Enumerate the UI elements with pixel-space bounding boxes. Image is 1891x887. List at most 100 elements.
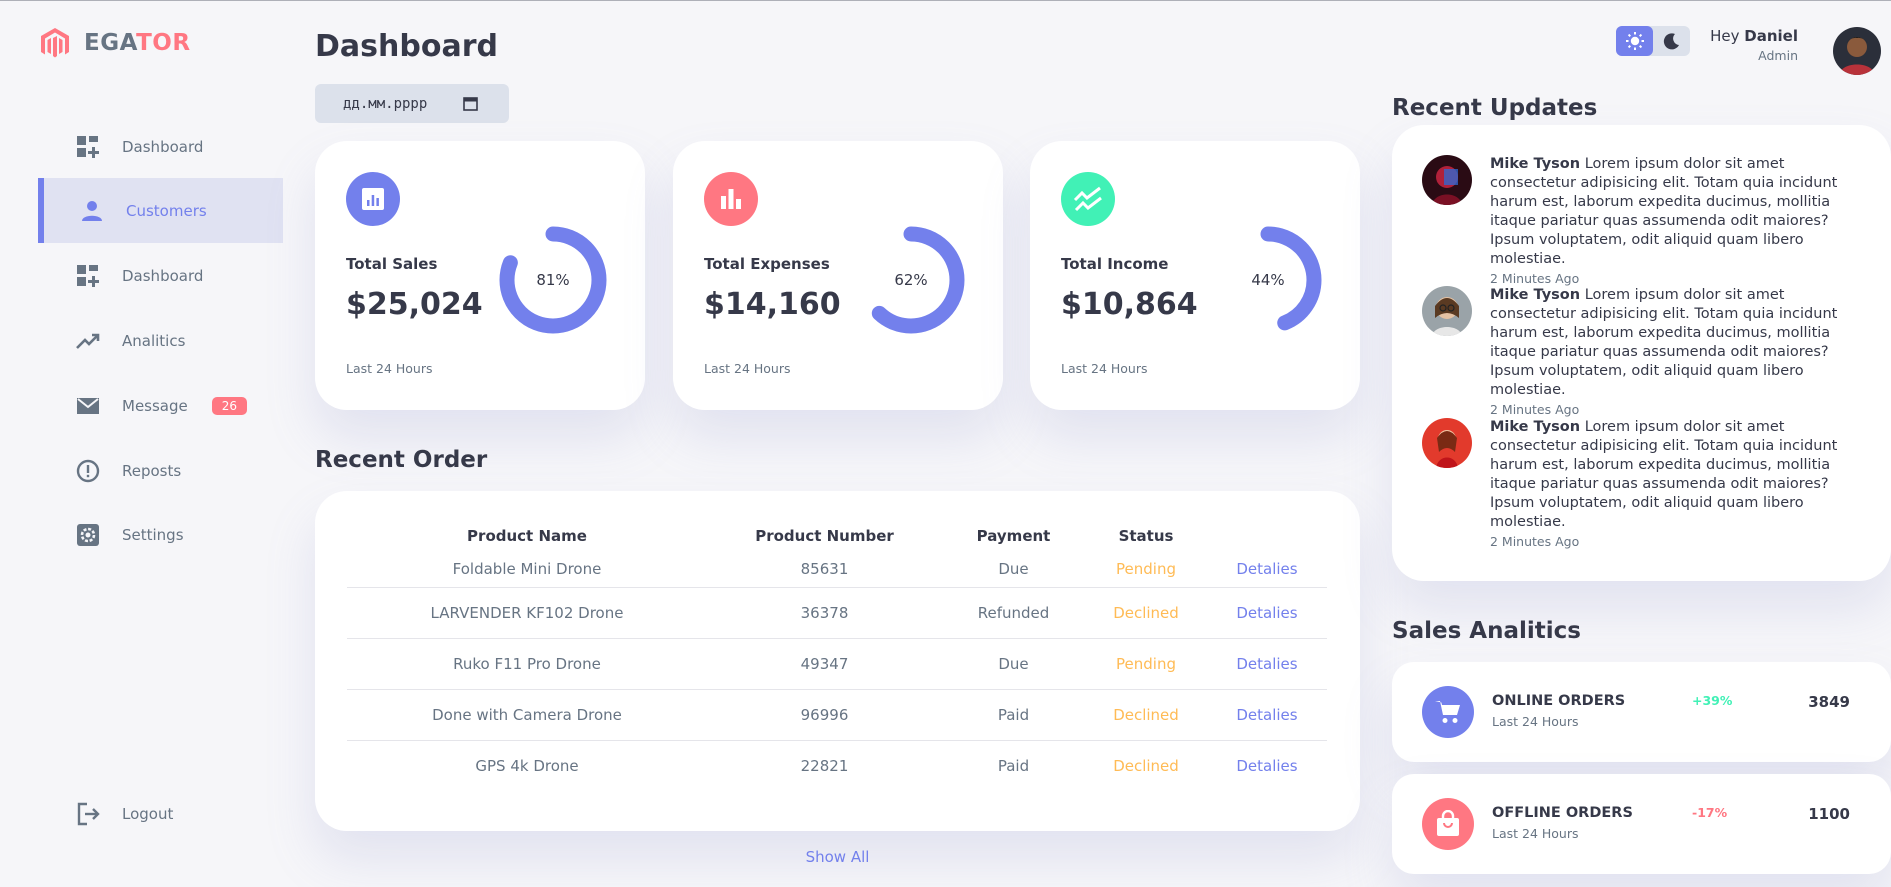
logout-label: Logout (122, 804, 174, 823)
profile-info[interactable]: Hey Daniel Admin (1700, 27, 1798, 63)
profile-greeting: Hey Daniel (1710, 27, 1798, 45)
payment-cell: Due (942, 551, 1085, 588)
show-all-link[interactable]: Show All (315, 848, 1360, 866)
payment-cell: Paid (942, 689, 1085, 741)
card-footer: Last 24 Hours (1061, 361, 1148, 376)
moon-icon[interactable] (1653, 26, 1690, 56)
avatar (1422, 286, 1472, 336)
card-label: Total Expenses (704, 255, 830, 273)
payment-cell: Paid (997, 756, 1030, 775)
sidebar-item-label: Customers (126, 201, 207, 220)
table-row: Done with Camera Drone 96996 Paid Declin… (347, 689, 1327, 741)
sidebar-item-label: Message (122, 396, 188, 415)
update-time: 2 Minutes Ago (1490, 402, 1580, 417)
details-link[interactable]: Detalies (1207, 689, 1327, 741)
table-row: Ruko F11 Pro Drone 49347 Due Pending Det… (347, 638, 1327, 690)
status-cell: Declined (1085, 689, 1207, 741)
sale-sub: Last 24 Hours (1492, 826, 1579, 841)
sidebar-item-label: Analitics (122, 331, 186, 350)
table-row: Foldable Mini Drone 85631 Due Pending De… (347, 551, 1327, 588)
col-payment: Payment (976, 527, 1051, 545)
details-link[interactable]: Detalies (1207, 551, 1327, 588)
gear-icon (76, 523, 100, 547)
recent-updates-panel: Mike Tyson Lorem ipsum dolor sit amet co… (1392, 125, 1891, 581)
sales-analytics-title: Sales Analitics (1392, 618, 1581, 644)
brand-name: EGATOR (84, 30, 191, 56)
product-name-cell: LARVENDER KF102 Drone (347, 587, 707, 639)
card-footer: Last 24 Hours (704, 361, 791, 376)
grid-plus-icon (76, 264, 100, 288)
details-link[interactable]: Detalies (1207, 587, 1327, 639)
details-link[interactable]: Detalies (1207, 740, 1327, 791)
sale-change: -17% (1692, 805, 1728, 820)
table-row: GPS 4k Drone 22821 Paid Declined Detalie… (347, 740, 1327, 791)
details-link[interactable]: Detalies (1207, 638, 1327, 690)
sidebar-item-analitics[interactable]: Analitics (38, 308, 283, 373)
dashboard-page: EGATOR Dashboard Customers Dashboard Ana… (0, 1, 1891, 887)
status-cell: Declined (1113, 756, 1179, 775)
page-title: Dashboard (315, 29, 498, 64)
table-header-row: Product Name Product Number Payment Stat… (347, 521, 1327, 551)
update-text: Mike Tyson Lorem ipsum dolor sit amet co… (1490, 287, 1838, 398)
message-count-badge: 26 (211, 396, 248, 415)
update-item: Mike Tyson Lorem ipsum dolor sit amet co… (1422, 286, 1852, 417)
col-product-number: Product Number (755, 527, 894, 545)
trending-icon (1061, 172, 1115, 226)
col-action (1207, 521, 1327, 551)
cart-icon (1422, 686, 1474, 738)
sale-name: OFFLINE ORDERS (1492, 805, 1633, 821)
sale-value: 1100 (1808, 805, 1850, 823)
total-income-card: Total Income $10,864 44% Last 24 Hours (1030, 141, 1360, 410)
col-status: Status (1118, 527, 1174, 545)
recent-order-title: Recent Order (315, 447, 488, 473)
col-product-name: Product Name (467, 527, 587, 545)
sidebar-item-dashboard[interactable]: Dashboard (38, 114, 283, 179)
product-number-cell: 96996 (707, 689, 942, 741)
card-label: Total Sales (346, 255, 438, 273)
update-time: 2 Minutes Ago (1490, 534, 1580, 549)
sidebar-item-label: Reposts (122, 461, 182, 480)
sidebar-item-settings[interactable]: Settings (38, 502, 283, 567)
sale-value: 3849 (1808, 693, 1850, 711)
card-label: Total Income (1061, 255, 1169, 273)
card-amount: $25,024 (346, 287, 483, 322)
table-row: LARVENDER KF102 Drone 36378 Refunded Dec… (347, 587, 1327, 639)
online-orders-item[interactable]: ONLINE ORDERS Last 24 Hours +39% 3849 (1392, 662, 1891, 762)
card-amount: $14,160 (704, 287, 841, 322)
update-item: Mike Tyson Lorem ipsum dolor sit amet co… (1422, 418, 1852, 549)
offline-orders-item[interactable]: OFFLINE ORDERS Last 24 Hours -17% 1100 (1392, 774, 1891, 874)
card-footer: Last 24 Hours (346, 361, 433, 376)
card-percent: 81% (536, 271, 570, 289)
brand[interactable]: EGATOR (38, 26, 191, 60)
update-author: Mike Tyson (1490, 287, 1581, 303)
profile-name: Daniel (1744, 27, 1798, 45)
avatar[interactable] (1833, 27, 1881, 75)
sidebar-item-reposts[interactable]: Reposts (38, 438, 283, 503)
sidebar-item-label: Dashboard (122, 137, 204, 156)
payment-cell: Refunded (942, 587, 1085, 639)
sidebar-item-dashboard-2[interactable]: Dashboard (38, 243, 283, 308)
theme-toggle[interactable] (1616, 26, 1690, 56)
product-name-cell: Ruko F11 Pro Drone (347, 638, 707, 690)
sidebar-item-customers[interactable]: Customers (38, 178, 283, 243)
sun-icon[interactable] (1616, 26, 1653, 56)
calendar-icon[interactable] (463, 96, 479, 111)
person-icon (80, 199, 104, 223)
avatar (1422, 418, 1472, 468)
sidebar-item-label: Dashboard (122, 266, 204, 285)
shopping-bag-icon (1422, 798, 1474, 850)
trending-up-icon (76, 329, 100, 353)
magento-logo-icon (41, 28, 69, 58)
sale-name: ONLINE ORDERS (1492, 693, 1626, 709)
product-name-cell: GPS 4k Drone (475, 756, 579, 775)
sale-sub: Last 24 Hours (1492, 714, 1579, 729)
status-cell: Pending (1085, 551, 1207, 588)
profile-role: Admin (1758, 48, 1798, 63)
logout-button[interactable]: Logout (38, 781, 283, 846)
total-expenses-card: Total Expenses $14,160 62% Last 24 Hours (673, 141, 1003, 410)
recent-updates-title: Recent Updates (1392, 95, 1598, 121)
product-name-cell: Done with Camera Drone (347, 689, 707, 741)
sidebar-item-message[interactable]: Message 26 (38, 373, 283, 438)
update-time: 2 Minutes Ago (1490, 271, 1580, 286)
date-input[interactable]: дд.мм.рррр (315, 84, 509, 123)
